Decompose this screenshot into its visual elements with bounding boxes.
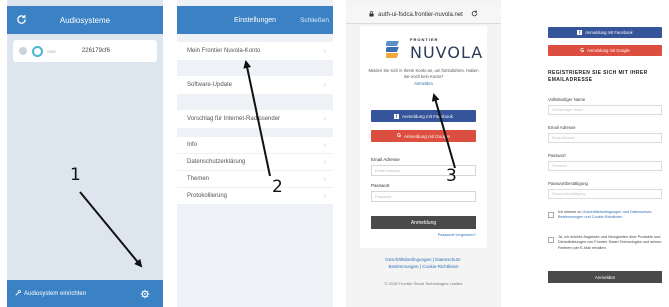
arrow-step-2 bbox=[243, 60, 271, 177]
arrow-step-1 bbox=[79, 191, 143, 268]
step-number-3: 3 bbox=[446, 166, 457, 186]
step-number-2: 2 bbox=[272, 177, 283, 197]
annotation-arrows bbox=[79, 60, 456, 268]
arrow-step-3 bbox=[431, 93, 456, 169]
step-number-1: 1 bbox=[70, 165, 81, 185]
